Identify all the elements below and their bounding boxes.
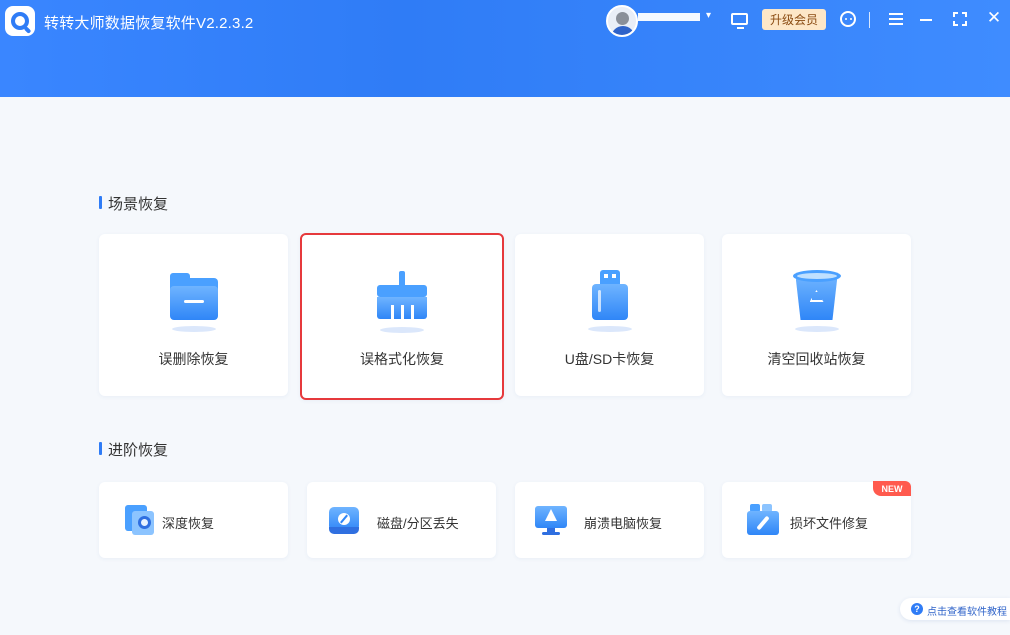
upgrade-vip-button[interactable]: 升级会员 — [762, 9, 826, 30]
deep-scan-icon — [123, 503, 157, 537]
customer-service-icon[interactable] — [840, 11, 856, 27]
section-title-scene: 场景恢复 — [99, 193, 168, 214]
scene-card-label: 清空回收站恢复 — [767, 351, 866, 367]
monitor-icon[interactable] — [731, 13, 748, 29]
tutorial-link[interactable]: ? 点击查看软件教程 — [900, 598, 1010, 620]
advanced-card-disk-partition-loss[interactable]: 磁盘/分区丢失 — [307, 482, 496, 558]
crashed-pc-icon — [534, 503, 568, 537]
tutorial-link-label: 点击查看软件教程 — [927, 607, 1007, 618]
scene-card-deleted-recovery[interactable]: 误删除恢复 — [99, 234, 288, 396]
scene-card-label: 误删除恢复 — [158, 351, 229, 367]
user-avatar[interactable] — [606, 5, 638, 37]
recycle-bin-icon — [789, 270, 845, 332]
minimize-icon[interactable] — [920, 19, 932, 21]
folder-icon — [166, 270, 222, 332]
section-title-advanced: 进阶恢复 — [99, 439, 168, 460]
advanced-card-label: 损坏文件修复 — [790, 516, 869, 531]
broom-icon — [374, 271, 430, 333]
titlebar-divider — [869, 12, 870, 28]
title-bar: 转转大师数据恢复软件V2.2.3.2 ▾ 升级会员 ✕ — [0, 0, 1010, 97]
app-title: 转转大师数据恢复软件V2.2.3.2 — [44, 15, 254, 32]
advanced-card-label: 磁盘/分区丢失 — [377, 516, 459, 531]
username[interactable] — [638, 13, 700, 21]
maximize-icon[interactable] — [953, 12, 967, 26]
scene-card-label: 误格式化恢复 — [360, 351, 444, 367]
new-badge: NEW — [873, 481, 911, 496]
advanced-card-label: 崩溃电脑恢复 — [584, 516, 663, 531]
advanced-card-deep-recovery[interactable]: 深度恢复 — [99, 482, 288, 558]
chevron-down-icon[interactable]: ▾ — [706, 10, 711, 21]
usb-drive-icon — [582, 270, 638, 332]
advanced-card-file-repair[interactable]: NEW 损坏文件修复 — [722, 481, 911, 558]
scene-card-usb-sd-recovery[interactable]: U盘/SD卡恢复 — [515, 234, 704, 396]
menu-icon[interactable] — [889, 13, 903, 25]
scene-card-format-recovery[interactable]: 误格式化恢复 — [300, 233, 504, 400]
advanced-card-label: 深度恢复 — [162, 516, 215, 531]
scene-card-recycle-bin-recovery[interactable]: 清空回收站恢复 — [722, 234, 911, 396]
help-icon: ? — [911, 603, 923, 615]
scene-card-label: U盘/SD卡恢复 — [564, 351, 655, 367]
close-icon[interactable]: ✕ — [986, 9, 1002, 26]
app-logo-icon — [5, 6, 35, 36]
disk-icon — [327, 503, 361, 537]
advanced-card-crashed-pc-recovery[interactable]: 崩溃电脑恢复 — [515, 482, 704, 558]
file-repair-icon — [746, 503, 780, 537]
